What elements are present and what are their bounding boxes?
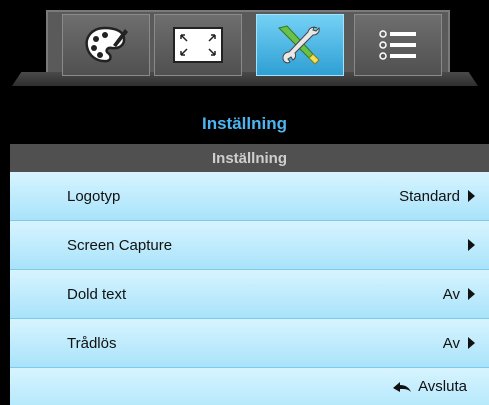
tools-icon [278, 25, 320, 65]
menu-item-dold-text[interactable]: Dold text Av [10, 270, 489, 319]
section-header: Inställning [10, 144, 489, 172]
menu-item-value: Standard [399, 187, 460, 205]
tab-display[interactable] [154, 14, 242, 76]
menu-item-label: Trådlös [67, 334, 117, 352]
chevron-right-icon [468, 288, 475, 300]
menu-item-label: Screen Capture [67, 236, 173, 254]
tab-settings[interactable] [256, 14, 344, 76]
tab-strip [0, 0, 489, 92]
menu-item-label: Logotyp [67, 187, 121, 205]
page-title: Inställning [202, 114, 287, 133]
section-title: Inställning [212, 149, 287, 167]
exit-label: Avsluta [418, 378, 467, 395]
menu-item-logotyp[interactable]: Logotyp Standard [10, 172, 489, 221]
menu-header: Inställning [0, 92, 489, 144]
chevron-right-icon [468, 239, 475, 251]
menu-item-screen-capture[interactable]: Screen Capture [10, 221, 489, 270]
settings-menu: Logotyp Standard Screen Capture Dold tex… [10, 172, 489, 405]
menu-item-tradlos[interactable]: Trådlös Av [10, 319, 489, 368]
fullscreen-icon [173, 27, 223, 63]
back-arrow-icon [392, 380, 412, 394]
chevron-right-icon [468, 337, 475, 349]
menu-item-label: Dold text [67, 285, 127, 303]
tab-image[interactable] [62, 14, 150, 76]
palette-icon [85, 26, 128, 63]
menu-item-value: Av [442, 334, 460, 352]
exit-button[interactable]: Avsluta [10, 368, 489, 405]
tab-options[interactable] [354, 14, 442, 76]
list-icon [379, 30, 416, 60]
chevron-right-icon [468, 190, 475, 202]
menu-left-strip [0, 172, 10, 405]
menu-item-value: Av [442, 285, 460, 303]
